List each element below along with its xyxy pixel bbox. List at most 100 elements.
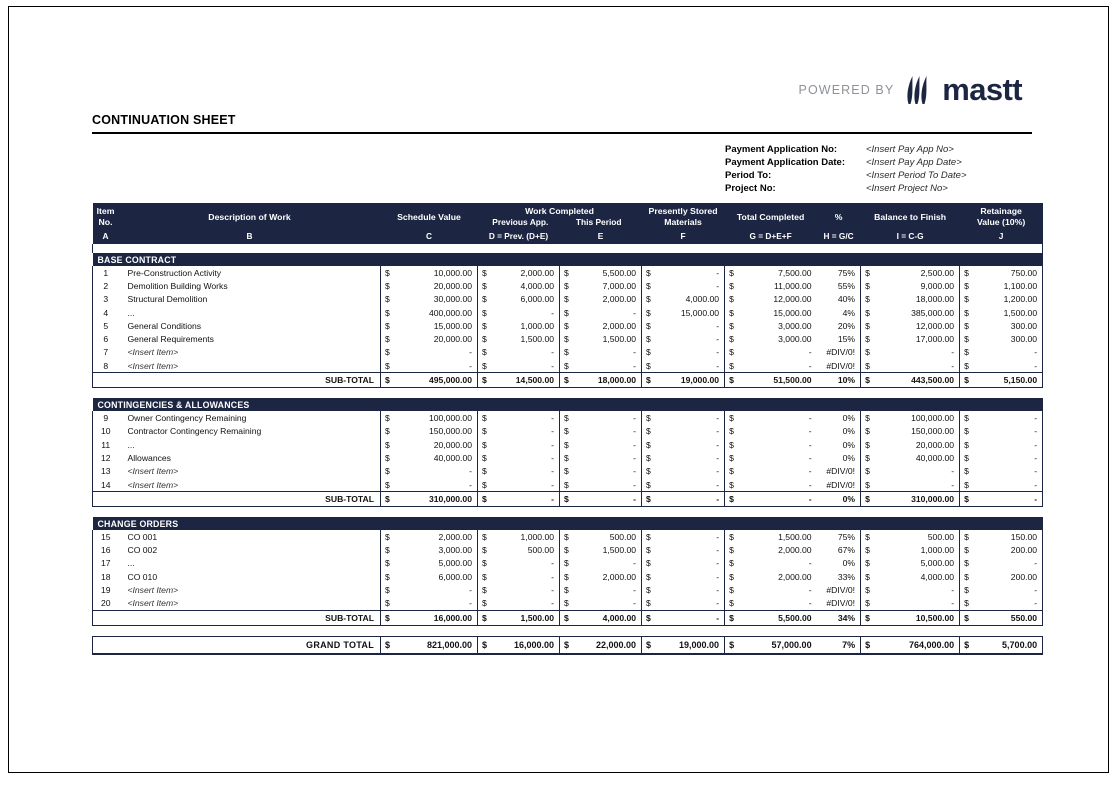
cell-balance-to-finish[interactable]: 1,000.00 [874,543,960,557]
cell-stored-materials[interactable]: - [655,345,725,360]
cell-schedule-value[interactable]: - [394,464,478,478]
cell-percent[interactable]: 4% [816,305,861,320]
cell-stored-materials[interactable]: - [655,477,725,492]
cell-retainage[interactable]: 5,150.00 [973,372,1044,389]
cell-total-completed[interactable]: 2,000.00 [738,543,817,557]
table-row[interactable]: 2 Demolition Building Works $20,000.00 $4,0… [92,279,1044,293]
cell-retainage[interactable]: 1,200.00 [973,292,1044,306]
cell-percent[interactable]: 0% [816,437,861,452]
cell-schedule-value[interactable]: 5,000.00 [394,556,478,571]
cell-retainage[interactable]: - [973,437,1044,452]
cell-percent[interactable]: 7% [816,635,861,655]
cell-this-period[interactable]: 500.00 [573,530,642,544]
cell-percent[interactable]: 15% [816,332,861,346]
cell-this-period[interactable]: 7,000.00 [573,279,642,293]
cell-description[interactable]: <Insert Item> [118,583,381,597]
cell-retainage[interactable]: - [973,345,1044,360]
cell-total-completed[interactable]: - [738,424,817,438]
cell-total-completed[interactable]: - [738,596,817,611]
cell-balance-to-finish[interactable]: 5,000.00 [874,556,960,571]
cell-balance-to-finish[interactable]: 18,000.00 [874,292,960,306]
cell-description[interactable]: CO 001 [118,530,381,544]
cell-description[interactable]: <Insert Item> [118,596,381,611]
cell-previous-app[interactable]: - [491,570,560,584]
cell-this-period[interactable]: - [573,305,642,320]
cell-retainage[interactable]: 200.00 [973,570,1044,584]
cell-stored-materials[interactable]: - [655,570,725,584]
cell-previous-app[interactable]: - [491,359,560,373]
cell-total-completed[interactable]: - [738,411,817,425]
cell-description[interactable]: <Insert Item> [118,477,381,492]
cell-retainage[interactable]: - [973,491,1044,508]
cell-total-completed[interactable]: 5,500.00 [738,609,817,626]
cell-retainage[interactable]: 5,700.00 [973,635,1044,655]
cell-stored-materials[interactable]: - [655,491,725,508]
cell-previous-app[interactable]: 1,000.00 [491,319,560,333]
cell-percent[interactable]: 33% [816,570,861,584]
cell-stored-materials[interactable]: - [655,530,725,544]
cell-retainage[interactable]: - [973,583,1044,597]
cell-total-completed[interactable]: - [738,556,817,571]
cell-balance-to-finish[interactable]: 310,000.00 [874,491,960,508]
cell-this-period[interactable]: - [573,359,642,373]
cell-stored-materials[interactable]: - [655,319,725,333]
cell-percent[interactable]: 0% [816,411,861,425]
cell-total-completed[interactable]: 1,500.00 [738,530,817,544]
table-row[interactable]: 15 CO 001 $2,000.00 $1,000.00 $500.00 $ - $1,50… [92,530,1044,544]
cell-description[interactable]: CO 010 [118,570,381,584]
cell-stored-materials[interactable]: 15,000.00 [655,305,725,320]
cell-this-period[interactable]: - [573,345,642,360]
cell-previous-app[interactable]: - [491,411,560,425]
cell-schedule-value[interactable]: 2,000.00 [394,530,478,544]
cell-retainage[interactable]: - [973,451,1044,465]
cell-previous-app[interactable]: 1,500.00 [491,332,560,346]
cell-balance-to-finish[interactable]: - [874,345,960,360]
cell-previous-app[interactable]: - [491,583,560,597]
cell-percent[interactable]: 34% [816,609,861,626]
cell-stored-materials[interactable]: - [655,279,725,293]
cell-schedule-value[interactable]: - [394,477,478,492]
table-row[interactable]: 1 Pre-Construction Activity $10,000.00 $2,0… [92,266,1044,280]
table-row[interactable]: 19 <Insert Item> $ - $ - $ - $ - $ - #DIV/0! $ - $ - [92,583,1044,597]
cell-description[interactable]: Allowances [118,451,381,465]
cell-percent[interactable]: #DIV/0! [816,345,861,360]
table-row[interactable]: 7 <Insert Item> $ - $ - $ - $ - $ - #DIV/0! $ - $ - [92,345,1044,360]
cell-stored-materials[interactable]: 19,000.00 [655,635,725,655]
cell-balance-to-finish[interactable]: - [874,464,960,478]
cell-balance-to-finish[interactable]: 10,500.00 [874,609,960,626]
cell-balance-to-finish[interactable]: 100,000.00 [874,411,960,425]
cell-stored-materials[interactable]: - [655,424,725,438]
cell-percent[interactable]: 75% [816,266,861,280]
cell-balance-to-finish[interactable]: 9,000.00 [874,279,960,293]
cell-schedule-value[interactable]: 20,000.00 [394,332,478,346]
cell-this-period[interactable]: - [573,596,642,611]
cell-schedule-value[interactable]: 821,000.00 [394,635,478,655]
cell-this-period[interactable]: - [573,411,642,425]
cell-total-completed[interactable]: 7,500.00 [738,266,817,280]
cell-total-completed[interactable]: 57,000.00 [738,635,817,655]
cell-retainage[interactable]: - [973,596,1044,611]
cell-this-period[interactable]: - [573,437,642,452]
cell-retainage[interactable]: 550.00 [973,609,1044,626]
cell-this-period[interactable]: 18,000.00 [573,372,642,389]
cell-schedule-value[interactable]: 10,000.00 [394,266,478,280]
cell-total-completed[interactable]: - [738,477,817,492]
cell-previous-app[interactable]: 4,000.00 [491,279,560,293]
cell-stored-materials[interactable]: - [655,451,725,465]
cell-retainage[interactable]: 1,500.00 [973,305,1044,320]
cell-balance-to-finish[interactable]: 764,000.00 [874,635,960,655]
cell-balance-to-finish[interactable]: 12,000.00 [874,319,960,333]
cell-retainage[interactable]: 300.00 [973,319,1044,333]
cell-this-period[interactable]: 2,000.00 [573,319,642,333]
table-row[interactable]: 18 CO 010 $6,000.00 $ - $2,000.00 $ - $2,000.00 3… [92,570,1044,584]
cell-schedule-value[interactable]: 20,000.00 [394,437,478,452]
cell-balance-to-finish[interactable]: 150,000.00 [874,424,960,438]
cell-percent[interactable]: #DIV/0! [816,477,861,492]
cell-description[interactable]: <Insert Item> [118,345,381,360]
cell-description[interactable]: ... [118,437,381,452]
cell-stored-materials[interactable]: - [655,332,725,346]
cell-previous-app[interactable]: - [491,596,560,611]
cell-previous-app[interactable]: - [491,464,560,478]
cell-schedule-value[interactable]: 15,000.00 [394,319,478,333]
meta-value[interactable]: <Insert Pay App No> [866,144,954,155]
